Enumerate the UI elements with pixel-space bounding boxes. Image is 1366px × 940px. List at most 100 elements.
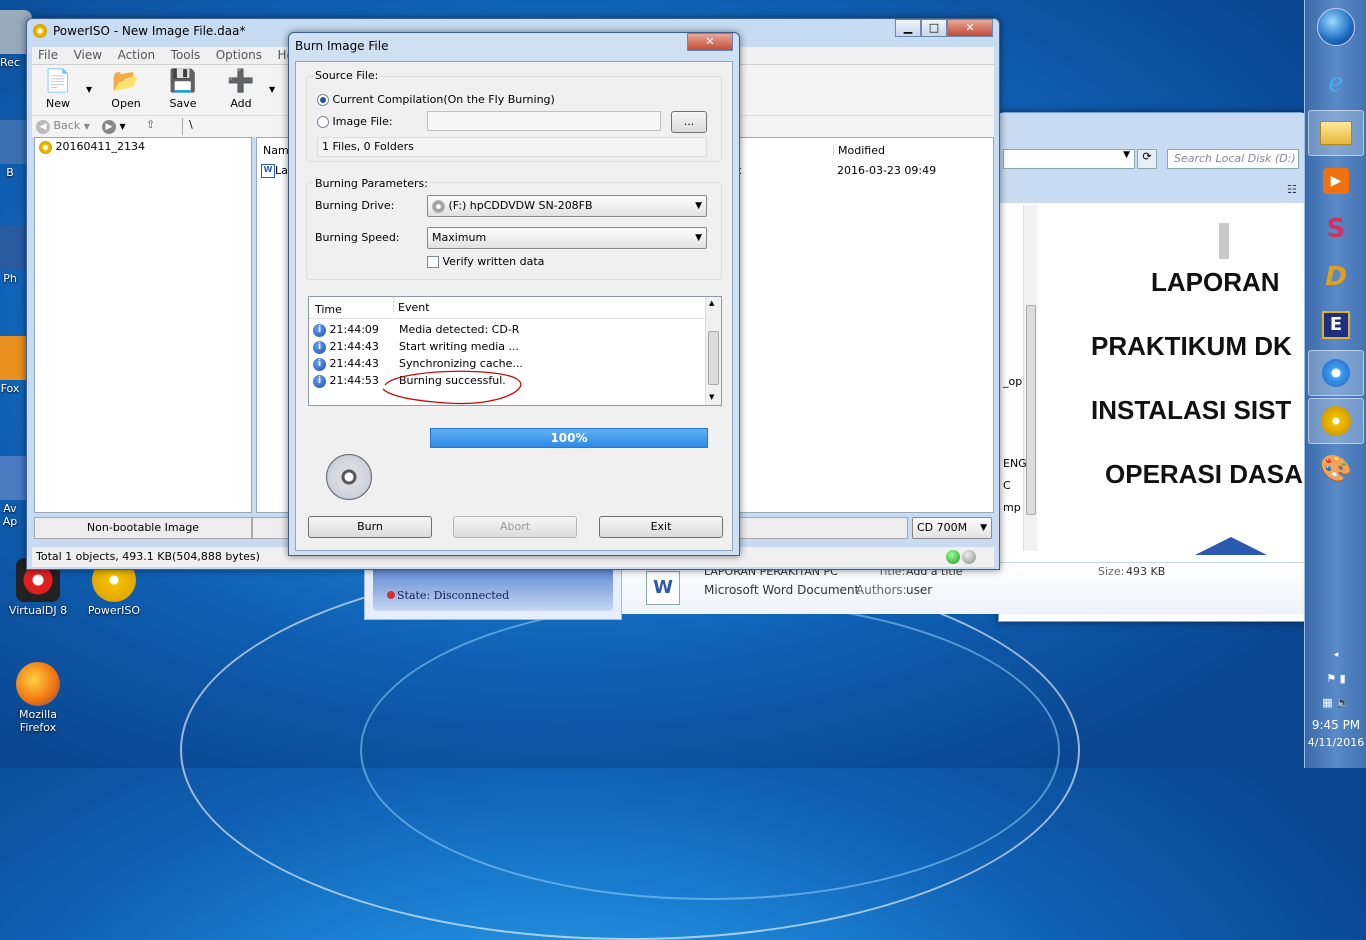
image-file-input[interactable] (427, 111, 661, 131)
taskbar-poweriso[interactable] (1308, 398, 1364, 444)
refresh-icon[interactable]: ⟳ (1137, 149, 1157, 169)
details-size-value: 493 KB (1126, 565, 1166, 578)
log-row: i 21:44:43 Synchronizing cache... (313, 357, 523, 374)
minimize-button[interactable]: ▁ (895, 19, 921, 37)
taskbar-swirl-app[interactable]: S (1308, 206, 1364, 252)
source-label: Source File: (313, 69, 381, 82)
taskbar-e-app[interactable]: E (1308, 302, 1364, 348)
menu-action[interactable]: Action (112, 47, 162, 63)
word-doc-icon: W (646, 571, 680, 605)
doc-line: INSTALASI SIST (1091, 395, 1292, 425)
new-dropdown-icon[interactable]: ▼ (86, 85, 92, 94)
battery-icon[interactable]: ▮ (1340, 672, 1346, 685)
clock-date[interactable]: 4/11/2016 (1305, 736, 1366, 749)
forward-button[interactable]: ▶ ▼ (102, 119, 126, 134)
folder-icon (1320, 121, 1352, 145)
add-dropdown-icon[interactable]: ▼ (269, 85, 275, 94)
taskbar-network-app[interactable] (1308, 350, 1364, 396)
taskbar-media-player[interactable]: ▶ (1308, 158, 1364, 204)
burning-speed-select[interactable]: Maximum ▼ (427, 227, 707, 249)
burn-progress-bar: 100% (430, 428, 708, 448)
log-header-time[interactable]: Time (315, 303, 342, 316)
forward-arrow-icon: ▶ (102, 120, 116, 134)
checkbox-icon (427, 256, 439, 268)
radio-current-compilation[interactable]: Current Compilation(On the Fly Burning) (317, 93, 555, 106)
close-button[interactable]: ✕ (947, 19, 993, 37)
dialog-title: Burn Image File (295, 39, 389, 53)
address-dropdown[interactable]: ▼ (1003, 149, 1135, 169)
log-header-event[interactable]: Event (393, 297, 430, 314)
details-authors-label: Authors: (856, 583, 907, 597)
tray-icons-row2: ▦ 🔈 (1305, 696, 1366, 709)
dialog-close-button[interactable]: ✕ (687, 33, 733, 51)
details-type: Microsoft Word Document (704, 583, 860, 597)
exit-button[interactable]: Exit (599, 516, 723, 538)
start-button[interactable] (1308, 4, 1364, 50)
save-button[interactable]: 💾 Save (159, 69, 207, 110)
info-icon: i (313, 374, 326, 388)
burn-log: Time Event i 21:44:09 Media detected: CD-… (308, 296, 722, 406)
open-folder-icon: 📂 (112, 69, 140, 94)
doc-logo-icon (1195, 537, 1267, 555)
browse-button[interactable]: ... (671, 111, 707, 133)
clock-time[interactable]: 9:45 PM (1305, 718, 1366, 732)
maximize-button[interactable]: □ (921, 19, 947, 37)
open-button[interactable]: 📂 Open (102, 69, 150, 110)
tree-item[interactable]: 20160411_2134 (39, 140, 145, 154)
details-authors-value[interactable]: user (906, 583, 932, 597)
action-center-icon[interactable]: ⚑ (1326, 672, 1336, 685)
menu-view[interactable]: View (68, 47, 108, 63)
taskbar-d-app[interactable]: D (1308, 254, 1364, 300)
new-button[interactable]: 📄 New (34, 69, 82, 110)
taskbar-ie[interactable]: ℯ (1308, 60, 1364, 106)
add-button[interactable]: ➕ Add (217, 69, 265, 110)
speed-label: Burning Speed: (315, 231, 400, 244)
menu-options[interactable]: Options (210, 47, 268, 63)
explorer-scrollbar[interactable] (1023, 205, 1037, 551)
state-icon (387, 591, 395, 599)
info-icon: i (313, 323, 326, 337)
preview-pane: LAPORAN PRAKTIKUM DK INSTALASI SIST OPER… (1039, 205, 1305, 555)
burn-button[interactable]: Burn (308, 516, 432, 538)
status-gray-icon (962, 550, 976, 564)
poweriso-icon (1321, 406, 1351, 436)
path-field[interactable]: \ (182, 118, 292, 135)
side-text: ENG (1003, 457, 1027, 470)
e-app-icon: E (1322, 311, 1350, 339)
dialog-body: Source File: Current Compilation(On the … (295, 61, 733, 551)
burning-drive-select[interactable]: (F:) hpCDDVDW SN-208FB ▼ (427, 195, 707, 217)
side-text: _op (1003, 375, 1023, 388)
show-hidden-icons[interactable]: ◂ (1305, 650, 1366, 660)
folder-tree: 20160411_2134 (34, 137, 252, 513)
radio-image-file[interactable]: Image File: (317, 115, 393, 128)
source-group: Source File: Current Compilation(On the … (306, 69, 722, 162)
status-green-icon (946, 550, 960, 564)
doc-line: PRAKTIKUM DK (1091, 331, 1292, 361)
view-options-icon[interactable]: ☷ (1287, 183, 1297, 196)
cd-disc-icon (326, 454, 372, 500)
back-button[interactable]: ◀ Back ▼ (36, 119, 90, 134)
word-file-icon: W (261, 164, 275, 178)
column-modified[interactable]: Modified (833, 144, 973, 157)
doc-line: OPERASI DASA (1105, 459, 1303, 489)
up-folder-icon[interactable]: ⇧ (146, 118, 155, 131)
chevron-down-icon: ▼ (980, 523, 987, 533)
doc-line: LAPORAN (1151, 267, 1280, 297)
log-scrollbar[interactable]: ▲ ▼ (705, 297, 721, 405)
params-label: Burning Parameters: (313, 177, 430, 190)
cd-icon (39, 140, 52, 154)
volume-icon[interactable]: 🔈 (1336, 696, 1350, 709)
taskbar-explorer[interactable] (1308, 110, 1364, 156)
search-input[interactable]: Search Local Disk (D:) (1167, 149, 1299, 169)
poweriso-app-icon (33, 24, 47, 38)
network-icon[interactable]: ▦ (1322, 696, 1332, 709)
capacity-select[interactable]: CD 700M ▼ (912, 517, 992, 539)
verify-checkbox[interactable]: Verify written data (427, 255, 544, 268)
taskbar: ℯ ▶ S D E 🎨 ◂ ⚑ ▮ ▦ 🔈 9:45 PM 4/11/2016 (1304, 0, 1366, 768)
menu-tools[interactable]: Tools (165, 47, 207, 63)
taskbar-paint[interactable]: 🎨 (1308, 446, 1364, 492)
doc-mark (1219, 223, 1229, 259)
abort-button[interactable]: Abort (453, 516, 577, 538)
menu-file[interactable]: File (32, 47, 64, 63)
desktop-icon-firefox[interactable]: Mozilla Firefox (2, 662, 74, 734)
